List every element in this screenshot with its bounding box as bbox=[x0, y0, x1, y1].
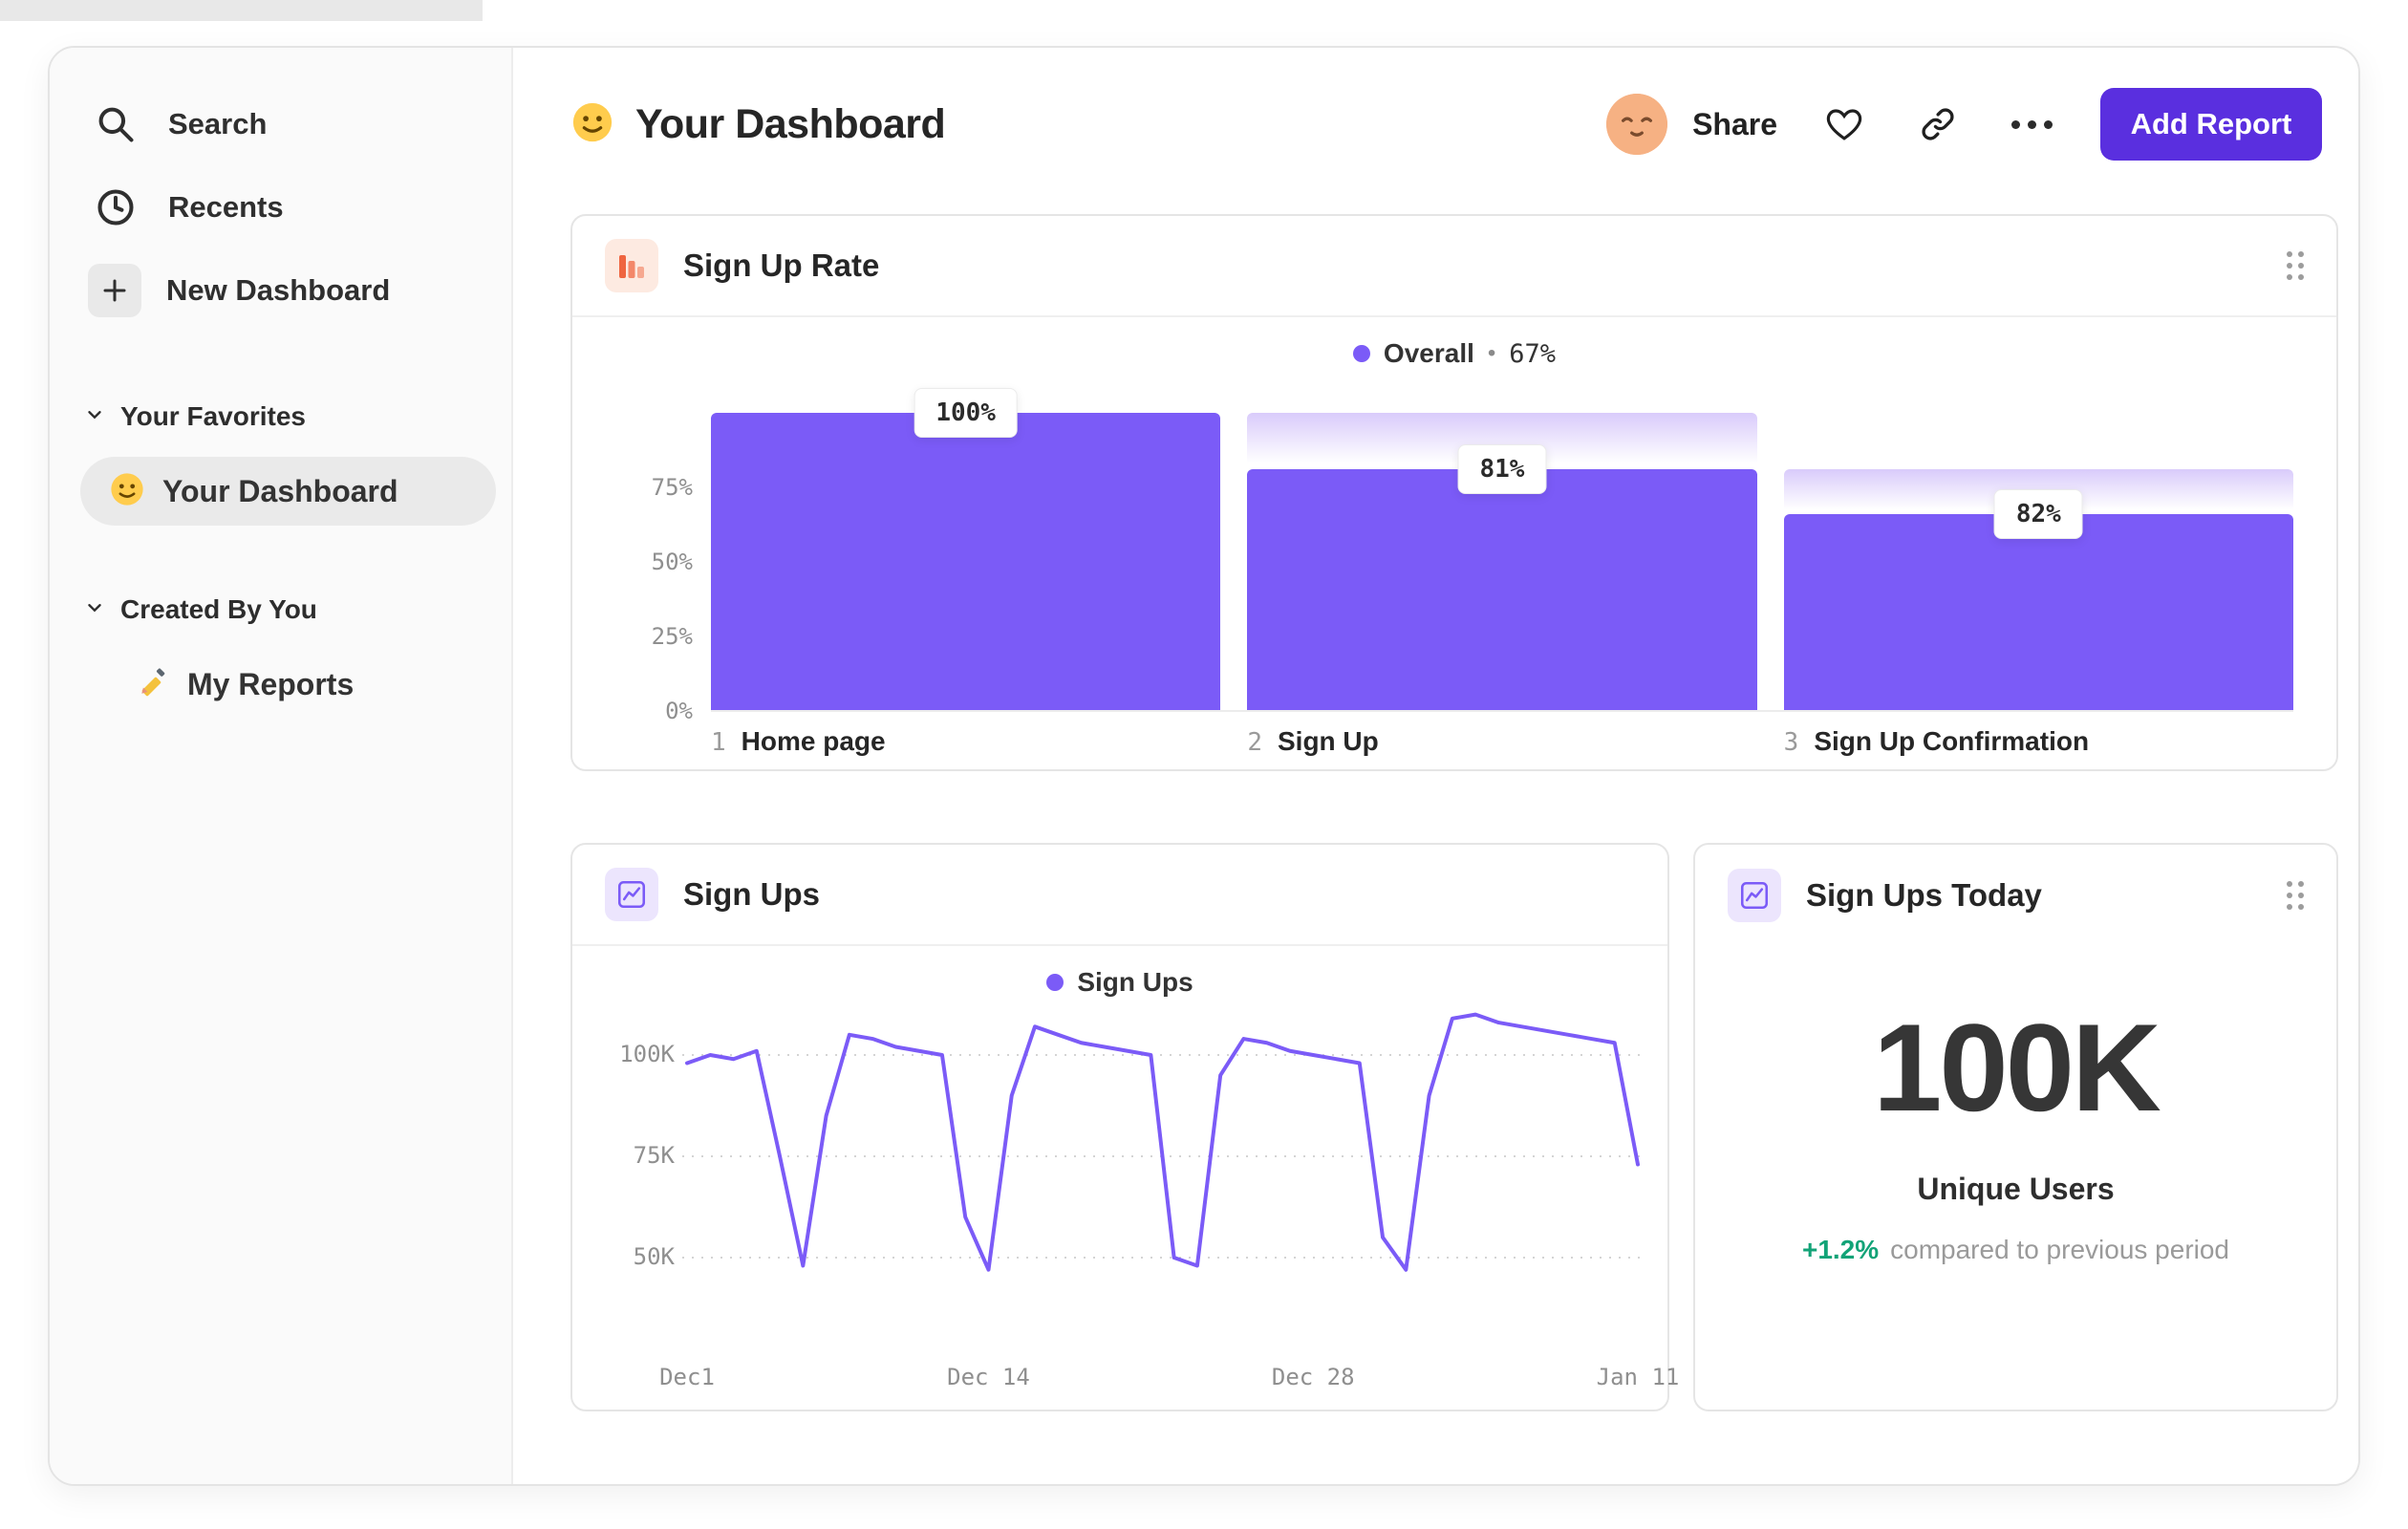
background-window-strip bbox=[0, 0, 483, 21]
smiley-emoji-icon bbox=[570, 100, 614, 149]
funnel-value-badge: 81% bbox=[1457, 444, 1547, 495]
section-your-favorites[interactable]: Your Favorites bbox=[50, 392, 511, 441]
funnel-step-label: 1 Home page bbox=[711, 726, 886, 757]
metric-label: Unique Users bbox=[1917, 1172, 2115, 1206]
clock-icon bbox=[88, 180, 143, 235]
axis-tick-label: Dec1 bbox=[659, 1364, 715, 1390]
axis-tick-label: 100K bbox=[619, 1041, 675, 1067]
page-title: Your Dashboard bbox=[635, 100, 946, 147]
ellipsis-icon bbox=[2010, 119, 2053, 129]
card-header: Sign Ups Today bbox=[1695, 845, 2336, 946]
axis-tick-label: 0% bbox=[665, 698, 693, 724]
axis-tick-label: Jan 11 bbox=[1596, 1364, 1680, 1390]
funnel-plot: 100% 81% 82% bbox=[711, 388, 2293, 711]
metric-value: 100K bbox=[1873, 998, 2161, 1137]
funnel-step-bar[interactable]: 82% bbox=[1783, 413, 2293, 711]
pencil-emoji-icon bbox=[136, 665, 170, 704]
delta-percent: +1.2% bbox=[1801, 1235, 1880, 1264]
card-header: Sign Ups bbox=[572, 845, 1667, 946]
sidebar: Search Recents New Dashboard Your Favori bbox=[50, 48, 513, 1484]
funnel-baseline bbox=[711, 710, 2293, 712]
funnel-bar-fill bbox=[1783, 514, 2293, 711]
plus-icon bbox=[88, 264, 141, 317]
drag-handle-icon[interactable] bbox=[2287, 251, 2304, 280]
funnel-x-labels: 1 Home page 2 Sign Up 3 Sign Up Confirmation bbox=[711, 726, 2293, 757]
sidebar-item-search[interactable]: Search bbox=[50, 90, 511, 159]
copy-link-button[interactable] bbox=[1911, 97, 1965, 151]
drag-handle-icon[interactable] bbox=[2287, 881, 2304, 910]
axis-tick-label: Dec 14 bbox=[947, 1364, 1030, 1390]
sidebar-item-new-dashboard[interactable]: New Dashboard bbox=[50, 256, 511, 325]
card-title: Sign Up Rate bbox=[683, 248, 880, 283]
axis-tick-label: 75% bbox=[651, 474, 693, 501]
funnel-value-badge: 82% bbox=[1993, 489, 2083, 540]
heart-icon bbox=[1826, 109, 1862, 140]
sidebar-item-recents[interactable]: Recents bbox=[50, 173, 511, 242]
search-icon bbox=[88, 97, 143, 152]
app-window: Search Recents New Dashboard Your Favori bbox=[48, 46, 2360, 1486]
axis-tick-label: 50% bbox=[651, 549, 693, 575]
card-header: Sign Up Rate bbox=[572, 216, 2336, 317]
page-header: Your Dashboard Share Add Report bbox=[570, 86, 2322, 162]
main-content: Your Dashboard Share Add Report Sign Up … bbox=[513, 48, 2358, 1484]
card-title: Sign Ups Today bbox=[1806, 877, 2042, 913]
funnel-legend: Overall • 67% bbox=[572, 333, 2336, 375]
funnel-chart-icon bbox=[605, 239, 658, 292]
header-actions: Share Add Report bbox=[1606, 88, 2322, 161]
section-created-by-you[interactable]: Created By You bbox=[50, 585, 511, 635]
axis-tick-label: 75K bbox=[633, 1142, 675, 1169]
chevron-down-icon bbox=[84, 404, 105, 430]
funnel-step-bar[interactable]: 81% bbox=[1247, 413, 1757, 711]
card-sign-ups-today: Sign Ups Today 100K Unique Users +1.2% co… bbox=[1693, 843, 2338, 1411]
card-sign-ups: Sign Ups Sign Ups 100K 75K 50K Dec1 Dec 14 D… bbox=[570, 843, 1679, 1411]
chevron-down-icon bbox=[84, 597, 105, 623]
funnel-bar-fill bbox=[711, 413, 1221, 711]
avatar[interactable] bbox=[1606, 94, 1668, 155]
funnel-step-label: 3 Sign Up Confirmation bbox=[1783, 726, 2090, 757]
sidebar-item-label: Recents bbox=[168, 190, 284, 224]
sidebar-item-label: New Dashboard bbox=[166, 273, 391, 307]
smiley-emoji-icon bbox=[109, 471, 145, 512]
axis-tick-label: 50K bbox=[633, 1243, 675, 1270]
sidebar-item-label: Your Dashboard bbox=[162, 473, 398, 508]
line-chart-icon bbox=[1728, 869, 1781, 922]
metric-delta: +1.2% compared to previous period bbox=[1695, 1235, 2336, 1265]
add-report-button[interactable]: Add Report bbox=[2100, 88, 2322, 161]
card-title: Sign Ups bbox=[683, 876, 821, 912]
legend-dot bbox=[1046, 974, 1064, 991]
sidebar-item-label: My Reports bbox=[187, 666, 355, 701]
card-sign-up-rate: Sign Up Rate Overall • 67% 75% 50% 25% 0% 1… bbox=[570, 214, 2338, 771]
favorite-heart-button[interactable] bbox=[1817, 97, 1871, 151]
more-options-button[interactable] bbox=[2005, 97, 2058, 151]
axis-tick-label: 25% bbox=[651, 623, 693, 650]
line-chart-icon bbox=[605, 868, 658, 921]
funnel-bar-fill bbox=[1247, 469, 1757, 711]
line-legend: Sign Ups bbox=[572, 961, 1667, 1003]
link-icon bbox=[1922, 108, 1954, 140]
legend-dot bbox=[1352, 345, 1370, 362]
delta-note: compared to previous period bbox=[1890, 1235, 2230, 1264]
sidebar-item-my-reports[interactable]: My Reports bbox=[107, 650, 489, 719]
funnel-step-label: 2 Sign Up bbox=[1247, 726, 1379, 757]
funnel-step-bar[interactable]: 100% bbox=[711, 388, 1221, 711]
axis-tick-label: Dec 28 bbox=[1271, 1364, 1355, 1390]
sidebar-item-your-dashboard[interactable]: Your Dashboard bbox=[80, 457, 496, 526]
funnel-y-axis: 75% 50% 25% 0% bbox=[601, 413, 693, 724]
funnel-value-badge: 100% bbox=[914, 388, 1018, 438]
sidebar-item-label: Search bbox=[168, 107, 268, 140]
share-button[interactable]: Share bbox=[1692, 107, 1777, 142]
